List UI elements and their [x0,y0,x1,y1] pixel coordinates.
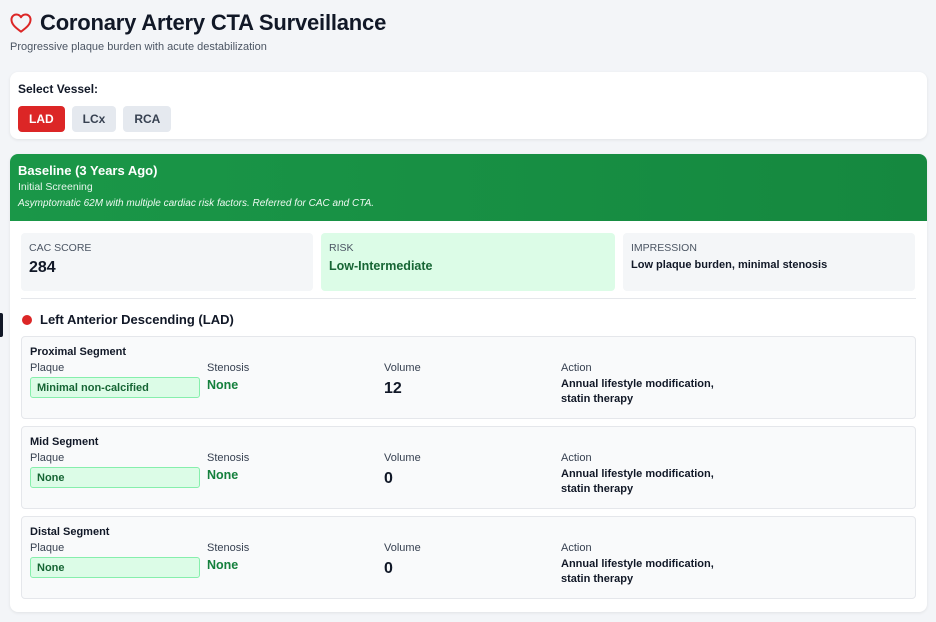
vessel-status-dot [22,314,32,325]
impression-label: IMPRESSION [631,242,697,254]
volume-label: Volume [384,362,421,374]
action-value: Annual lifestyle modification, statin th… [561,467,761,497]
vessel-button-rca[interactable]: RCA [123,106,172,132]
study-banner: Baseline (3 Years Ago) Initial Screening… [10,154,927,221]
action-label: Action [561,452,592,464]
stenosis-column: Stenosis None [207,452,384,497]
volume-value: 0 [384,470,393,487]
volume-column: Volume 12 [384,362,561,407]
heart-icon [10,11,34,35]
segment-title: Distal Segment [30,526,110,538]
plaque-value: None [30,467,200,488]
vessel-selector-label: Select Vessel: [18,82,99,96]
plaque-column: Plaque None [30,542,207,587]
stenosis-value: None [207,378,239,392]
segment-columns: Plaque None Stenosis None Volume 0 Actio… [30,542,907,587]
action-line-2: statin therapy [561,393,634,405]
vessel-selector-card: Select Vessel: LAD LCx RCA [10,72,927,139]
study-note: Asymptomatic 62M with multiple cardiac r… [18,198,375,209]
stenosis-label: Stenosis [207,542,250,554]
segment-card-mid: Mid Segment Plaque None Stenosis None Vo… [21,426,916,509]
study-summary: CAC SCORE 284 RISK Low-Intermediate IMPR… [10,221,927,291]
cac-score-box: CAC SCORE 284 [21,233,313,291]
action-label: Action [561,542,592,554]
plaque-label: Plaque [30,452,65,464]
segment-title: Proximal Segment [30,346,126,358]
study-subtitle: Initial Screening [18,181,93,193]
title-row: Coronary Artery CTA Surveillance [10,8,386,38]
segment-columns: Plaque Minimal non-calcified Stenosis No… [30,362,907,407]
page-title: Coronary Artery CTA Surveillance [40,10,387,35]
stenosis-value: None [207,558,239,572]
plaque-label: Plaque [30,362,65,374]
scroll-edge-marker [0,313,3,337]
action-line-2: statin therapy [561,483,634,495]
cac-score-label: CAC SCORE [29,242,92,254]
segment-card-distal: Distal Segment Plaque None Stenosis None… [21,516,916,599]
action-value: Annual lifestyle modification, statin th… [561,557,761,587]
impression-box: IMPRESSION Low plaque burden, minimal st… [623,233,915,291]
action-line-2: statin therapy [561,573,634,585]
plaque-label: Plaque [30,542,65,554]
vessel-heading: Left Anterior Descending (LAD) [22,312,927,327]
segment-columns: Plaque None Stenosis None Volume 0 Actio… [30,452,907,497]
volume-label: Volume [384,452,421,464]
segment-title: Mid Segment [30,436,99,448]
study-title: Baseline (3 Years Ago) [18,163,158,178]
action-line-1: Annual lifestyle modification, [561,558,714,570]
vessel-button-group: LAD LCx RCA [18,106,919,132]
action-label: Action [561,362,592,374]
stenosis-value: None [207,468,239,482]
action-line-1: Annual lifestyle modification, [561,468,714,480]
stenosis-label: Stenosis [207,452,250,464]
action-line-1: Annual lifestyle modification, [561,378,714,390]
vessel-name: Left Anterior Descending (LAD) [40,312,234,327]
plaque-column: Plaque Minimal non-calcified [30,362,207,407]
stenosis-column: Stenosis None [207,362,384,407]
impression-value: Low plaque burden, minimal stenosis [631,259,828,271]
risk-value: Low-Intermediate [329,259,433,273]
plaque-value: None [30,557,200,578]
volume-value: 12 [384,380,402,397]
volume-column: Volume 0 [384,452,561,497]
plaque-column: Plaque None [30,452,207,497]
volume-column: Volume 0 [384,542,561,587]
volume-label: Volume [384,542,421,554]
cac-score-value: 284 [29,259,56,276]
vessel-button-lcx[interactable]: LCx [71,106,117,132]
action-value: Annual lifestyle modification, statin th… [561,377,761,407]
stenosis-column: Stenosis None [207,542,384,587]
action-column: Action Annual lifestyle modification, st… [561,542,761,587]
study-card: Baseline (3 Years Ago) Initial Screening… [10,154,927,612]
page-header: Coronary Artery CTA Surveillance Progres… [10,8,386,53]
page-subtitle: Progressive plaque burden with acute des… [10,41,267,53]
segment-list: Proximal Segment Plaque Minimal non-calc… [10,327,927,599]
segment-card-proximal: Proximal Segment Plaque Minimal non-calc… [21,336,916,419]
plaque-value: Minimal non-calcified [30,377,200,398]
vessel-button-lad[interactable]: LAD [18,106,65,132]
risk-box: RISK Low-Intermediate [321,233,615,291]
action-column: Action Annual lifestyle modification, st… [561,362,761,407]
risk-label: RISK [329,242,354,254]
action-column: Action Annual lifestyle modification, st… [561,452,761,497]
stenosis-label: Stenosis [207,362,250,374]
volume-value: 0 [384,560,393,577]
section-divider [21,298,916,299]
